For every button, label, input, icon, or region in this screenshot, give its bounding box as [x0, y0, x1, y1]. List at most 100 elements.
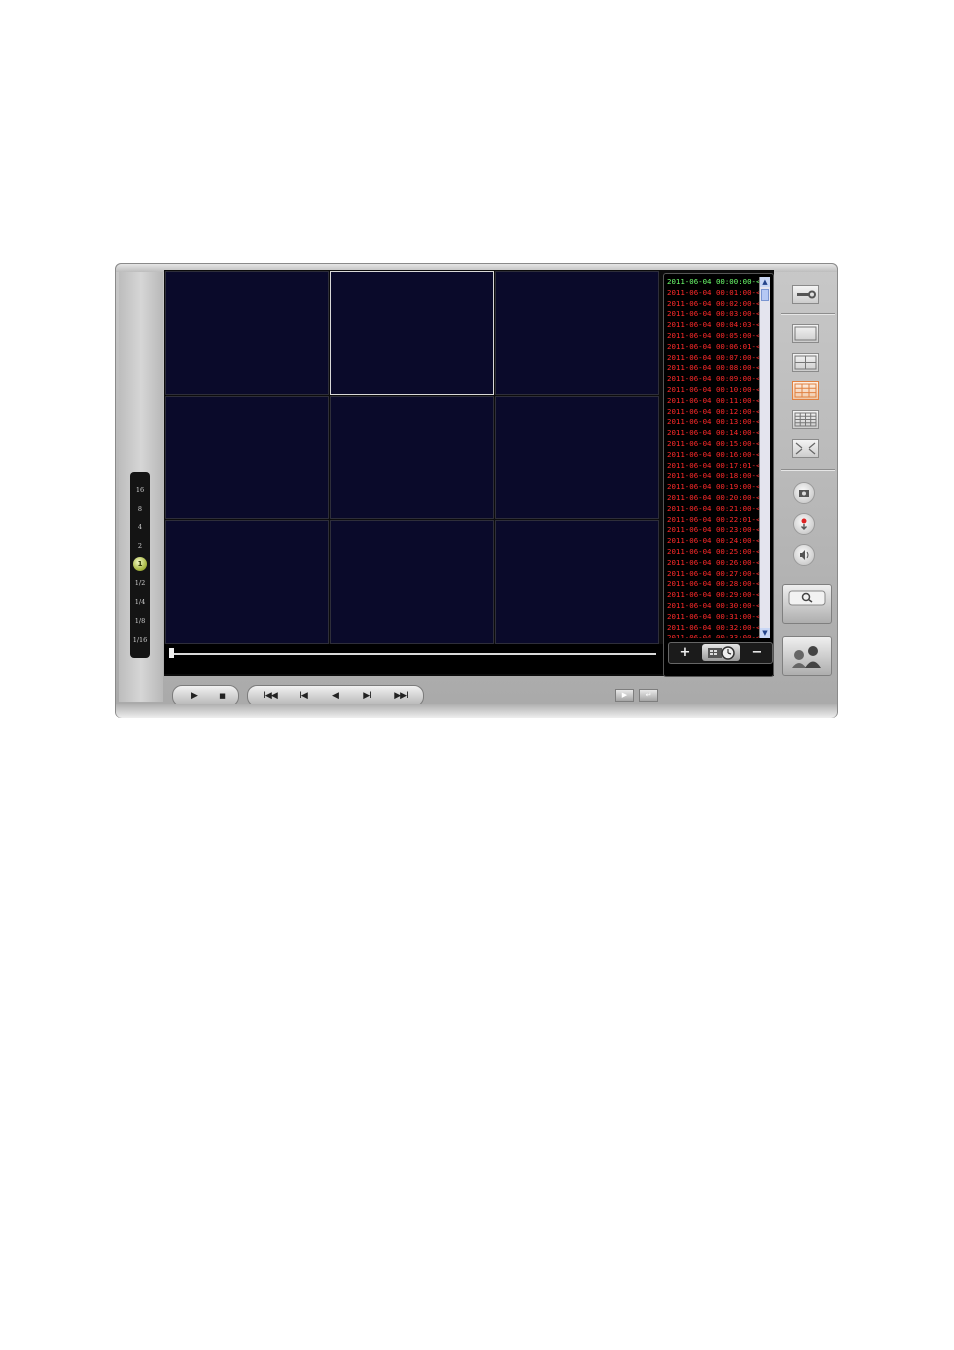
record-file-item[interactable]: 2011-06-04 00:30:00-< [667, 601, 759, 612]
record-file-item[interactable]: 2011-06-04 00:29:00-< [667, 590, 759, 601]
aux-play-button[interactable]: ▶ [615, 689, 634, 702]
layout-nine-icon [794, 383, 817, 398]
wrench-icon [797, 290, 816, 299]
window-bottom-bar [116, 704, 837, 718]
video-cell-2[interactable] [330, 271, 494, 395]
snapshot-button[interactable] [793, 482, 815, 504]
layout-4-button[interactable] [792, 353, 819, 372]
record-file-item[interactable]: 2011-06-04 00:27:00-< [667, 569, 759, 580]
speed-option-sixteenth[interactable]: 1/16 [130, 636, 150, 644]
video-cell-7[interactable] [165, 520, 329, 644]
aux-enter-button[interactable]: ↵ [639, 689, 658, 702]
prev-frame-button[interactable]: I◀ [288, 686, 318, 706]
record-file-item[interactable]: 2011-06-04 00:21:00-< [667, 504, 759, 515]
search-panel-button[interactable] [782, 584, 832, 624]
record-file-item[interactable]: 2011-06-04 00:05:00-< [667, 331, 759, 342]
timeline-track[interactable] [172, 653, 656, 655]
user-management-button[interactable] [782, 636, 832, 676]
video-cell-4[interactable] [165, 396, 329, 519]
record-file-item[interactable]: 2011-06-04 00:24:00-< [667, 536, 759, 547]
search-icon [788, 590, 826, 606]
record-file-item[interactable]: 2011-06-04 00:19:00-< [667, 482, 759, 493]
record-file-item[interactable]: 2011-06-04 00:09:00-< [667, 374, 759, 385]
speaker-icon [800, 550, 809, 560]
video-cell-6[interactable] [495, 396, 659, 519]
speed-control[interactable]: 16 8 4 2 1 1/2 1/4 1/8 1/16 [130, 472, 150, 658]
speed-option-eighth[interactable]: 1/8 [130, 617, 150, 625]
speed-option-8[interactable]: 8 [130, 505, 150, 513]
record-file-item[interactable]: 2011-06-04 00:33:00-< [667, 633, 759, 638]
playback-window: 16 8 4 2 1 1/2 1/4 1/8 1/16 2011-06-04 0… [115, 263, 838, 718]
file-list-scrollbar[interactable]: ▲ ▼ [759, 277, 770, 638]
separator [781, 469, 835, 471]
video-cell-3[interactable] [495, 271, 659, 395]
record-file-item[interactable]: 2011-06-04 00:13:00-< [667, 417, 759, 428]
layout-1-button[interactable] [792, 324, 819, 343]
record-file-item[interactable]: 2011-06-04 00:23:00-< [667, 525, 759, 536]
record-file-item[interactable]: 2011-06-04 00:06:01-< [667, 342, 759, 353]
first-file-button[interactable]: I◀◀ [254, 686, 286, 706]
audio-button[interactable] [793, 544, 815, 566]
record-file-item[interactable]: 2011-06-04 00:03:00-< [667, 309, 759, 320]
record-file-item[interactable]: 2011-06-04 00:16:00-< [667, 450, 759, 461]
record-download-button[interactable] [793, 513, 815, 535]
record-file-item[interactable]: 2011-06-04 00:14:00-< [667, 428, 759, 439]
stop-button[interactable]: ■ [210, 686, 234, 706]
record-file-item[interactable]: 2011-06-04 00:00:00-< [667, 277, 759, 288]
record-file-item[interactable]: 2011-06-04 00:02:00-< [667, 299, 759, 310]
layout-9-button[interactable] [792, 381, 819, 400]
record-file-item[interactable]: 2011-06-04 00:04:03-< [667, 320, 759, 331]
fullscreen-icon [795, 442, 816, 455]
record-file-item[interactable]: 2011-06-04 00:01:00-< [667, 288, 759, 299]
right-tool-panel [779, 264, 837, 704]
record-file-item[interactable]: 2011-06-04 00:22:01-< [667, 515, 759, 526]
speed-option-1: 1 [137, 560, 143, 568]
scroll-up-icon[interactable]: ▲ [760, 277, 770, 287]
record-file-item[interactable]: 2011-06-04 00:08:00-< [667, 363, 759, 374]
record-file-item[interactable]: 2011-06-04 00:28:00-< [667, 579, 759, 590]
last-file-button[interactable]: ▶▶I [384, 686, 418, 706]
record-file-list[interactable]: 2011-06-04 00:00:00-< 2011-06-04 00:01:00… [667, 277, 759, 638]
add-file-button[interactable]: + [674, 644, 696, 661]
scroll-down-icon[interactable]: ▼ [760, 628, 770, 638]
record-file-item[interactable]: 2011-06-04 00:15:00-< [667, 439, 759, 450]
record-file-item[interactable]: 2011-06-04 00:18:00-< [667, 471, 759, 482]
video-cell-5[interactable] [330, 396, 494, 519]
layout-sixteen-icon [794, 412, 817, 427]
speed-option-quarter[interactable]: 1/4 [130, 598, 150, 606]
speed-option-2[interactable]: 2 [130, 542, 150, 550]
record-file-item[interactable]: 2011-06-04 00:31:00-< [667, 612, 759, 623]
video-cell-9[interactable] [495, 520, 659, 644]
record-file-item[interactable]: 2011-06-04 00:12:00-< [667, 407, 759, 418]
scroll-thumb[interactable] [761, 289, 769, 301]
record-file-item[interactable]: 2011-06-04 00:20:00-< [667, 493, 759, 504]
record-down-icon [801, 518, 807, 530]
fullscreen-button[interactable] [792, 439, 819, 458]
video-cell-1[interactable] [165, 271, 329, 395]
remove-file-button[interactable]: − [746, 644, 768, 661]
timeline-handle[interactable] [169, 648, 174, 658]
layout-16-button[interactable] [792, 410, 819, 429]
record-file-item[interactable]: 2011-06-04 00:25:00-< [667, 547, 759, 558]
camera-icon [799, 490, 809, 497]
layout-single-icon [794, 326, 817, 341]
record-file-item[interactable]: 2011-06-04 00:10:00-< [667, 385, 759, 396]
layout-quad-icon [794, 355, 817, 370]
file-toolbar: + − [668, 642, 773, 664]
settings-button[interactable] [792, 285, 819, 304]
record-file-item[interactable]: 2011-06-04 00:26:00-< [667, 558, 759, 569]
record-file-item[interactable]: 2011-06-04 00:32:00-< [667, 623, 759, 634]
video-cell-8[interactable] [330, 520, 494, 644]
speed-selected-knob[interactable]: 1 [133, 557, 147, 571]
search-by-time-button[interactable] [702, 644, 740, 661]
speed-option-4[interactable]: 4 [130, 523, 150, 531]
record-file-item[interactable]: 2011-06-04 00:17:01-< [667, 461, 759, 472]
record-file-item[interactable]: 2011-06-04 00:11:00-< [667, 396, 759, 407]
play-button[interactable]: ▶ [179, 686, 209, 706]
speed-option-16[interactable]: 16 [130, 486, 150, 494]
reverse-button[interactable]: ◀ [320, 686, 350, 706]
speed-option-half[interactable]: 1/2 [130, 579, 150, 587]
record-file-item[interactable]: 2011-06-04 00:07:00-< [667, 353, 759, 364]
next-frame-button[interactable]: ▶I [352, 686, 382, 706]
users-icon [792, 646, 821, 668]
